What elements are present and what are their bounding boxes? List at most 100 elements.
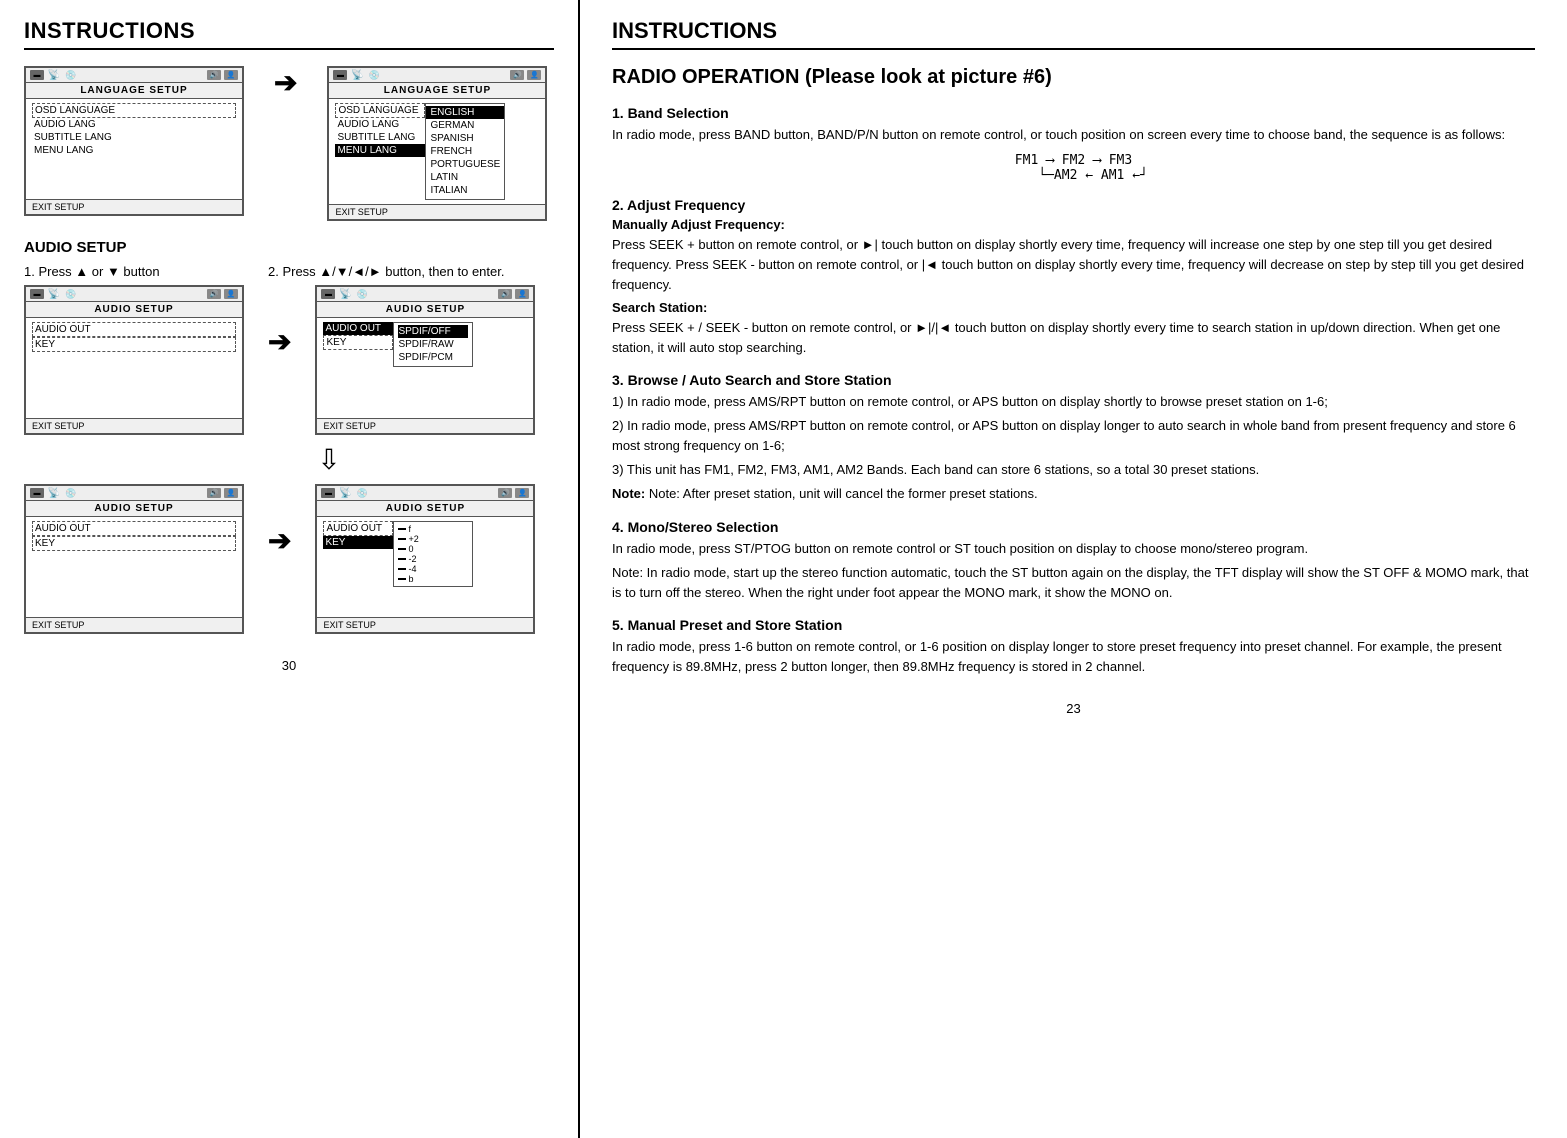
- page-number-left: 30: [24, 658, 554, 673]
- disc-icon5: 💿: [64, 488, 78, 498]
- browse-auto-p2: 2) In radio mode, press AMS/RPT button o…: [612, 416, 1535, 456]
- band-diagram: FM1 ⟶ FM2 ⟶ FM3 └─AM2 ← AM1 ←┘: [612, 153, 1535, 183]
- key-bar6: [398, 578, 406, 580]
- audio-content1: AUDIO OUT KEY: [26, 318, 242, 418]
- screen-content-language-after: OSD LANGUAGE AUDIO LANG SUBTITLE LANG ME…: [329, 99, 545, 204]
- antenna-icon4: 📡: [338, 289, 352, 299]
- audio-screen-step1: ▬ 📡 💿 🔊 👤 AUDIO SETUP AUDIO OUT KEY EXIT…: [24, 285, 244, 435]
- audio-header-icons-r1: 🔊 👤: [207, 289, 238, 299]
- tv-icon2: ▬: [333, 70, 347, 80]
- band-selection-heading: 1. Band Selection: [612, 105, 1535, 121]
- header-icons-left2: ▬ 📡 💿: [333, 70, 381, 80]
- menu-audio-lang: AUDIO LANG: [32, 118, 236, 131]
- tv-icon: ▬: [30, 70, 44, 80]
- key-bar5: [398, 568, 406, 570]
- arrow-right-audio2: ➔: [268, 524, 291, 557]
- key-val-0: 0: [408, 544, 413, 554]
- audio-step2-screen-wrapper: ▬ 📡 💿 🔊 👤 AUDIO SETUP AUDIO OUT KEY: [315, 285, 535, 435]
- audio-setup-label: AUDIO SETUP: [24, 239, 554, 256]
- audio-header-key: ▬ 📡 💿 🔊 👤: [317, 486, 533, 501]
- user-icon: 👤: [224, 70, 238, 80]
- audio-header-icons-l1b: ▬ 📡 💿: [30, 488, 78, 498]
- audio-header1b: ▬ 📡 💿 🔊 👤: [26, 486, 242, 501]
- search-station-heading: Search Station:: [612, 300, 1535, 315]
- screen-title-language2: LANGUAGE SETUP: [329, 83, 545, 99]
- step1-label: 1. Press ▲ or ▼ button: [24, 264, 244, 279]
- antenna-icon6: 📡: [338, 488, 352, 498]
- disc-icon: 💿: [64, 70, 78, 80]
- key-val-b: b: [408, 574, 413, 584]
- screen-footer-exit2: EXIT SETUP: [329, 204, 545, 219]
- note-bold-browse: Note:: [612, 486, 645, 501]
- vol-icon2: 🔊: [510, 70, 524, 80]
- key-item: KEY: [32, 337, 236, 352]
- audio-footer2: EXIT SETUP: [317, 418, 533, 433]
- submenu-italian: ITALIAN: [426, 184, 504, 197]
- audio-header-icons-rk: 🔊 👤: [498, 488, 529, 498]
- user-icon2: 👤: [527, 70, 541, 80]
- submenu-spanish: SPANISH: [426, 132, 504, 145]
- menu-menu-lang-selected: MENU LANG: [335, 144, 425, 157]
- right-section-title: INSTRUCTIONS: [612, 18, 1535, 50]
- submenu-english: ENGLISH: [426, 106, 504, 119]
- browse-auto-p1: 1) In radio mode, press AMS/RPT button o…: [612, 392, 1535, 412]
- section-mono-stereo: 4. Mono/Stereo Selection In radio mode, …: [612, 519, 1535, 603]
- spdif-raw: SPDIF/RAW: [398, 338, 468, 351]
- language-submenu: ENGLISH GERMAN SPANISH FRENCH PORTUGUESE…: [425, 103, 505, 200]
- vol-icon3: 🔊: [207, 289, 221, 299]
- spdif-submenu: SPDIF/OFF SPDIF/RAW SPDIF/PCM: [393, 322, 473, 367]
- language-setup-section: ▬ 📡 💿 🔊 👤 LANGUAGE SETUP OSD LANGUAGE AU…: [24, 66, 554, 221]
- audio-key-screen-wrapper: ▬ 📡 💿 🔊 👤 AUDIO SETUP AUDIO OUT KEY: [315, 484, 535, 634]
- key-bar1: [398, 528, 406, 530]
- menu-menu-lang: MENU LANG: [32, 144, 236, 157]
- key-item1b: KEY: [32, 536, 236, 551]
- key-row-0: 0: [398, 544, 468, 554]
- tv-icon3: ▬: [30, 289, 44, 299]
- browse-auto-p3: 3) This unit has FM1, FM2, FM3, AM1, AM2…: [612, 460, 1535, 480]
- submenu-portuguese: PORTUGUESE: [426, 158, 504, 171]
- spdif-pcm: SPDIF/PCM: [398, 351, 468, 364]
- adjust-frequency-heading: 2. Adjust Frequency: [612, 197, 1535, 213]
- key-bar3: [398, 548, 406, 550]
- antenna-icon2: 📡: [350, 70, 364, 80]
- key-row-p2: +2: [398, 534, 468, 544]
- antenna-icon: 📡: [47, 70, 61, 80]
- disc-icon2: 💿: [367, 70, 381, 80]
- audio-header-icons-l2: ▬ 📡 💿: [321, 289, 369, 299]
- manual-preset-heading: 5. Manual Preset and Store Station: [612, 617, 1535, 633]
- tv-icon6: ▬: [321, 488, 335, 498]
- arrow-down: ⇩: [104, 443, 554, 476]
- screen-content-language-before: OSD LANGUAGE AUDIO LANG SUBTITLE LANG ME…: [26, 99, 242, 199]
- audio-content-key: AUDIO OUT KEY f +2: [317, 517, 533, 617]
- screen-header-before: ▬ 📡 💿 🔊 👤: [26, 68, 242, 83]
- audio-out-item: AUDIO OUT: [32, 322, 236, 337]
- audio-header-icons-r2: 🔊 👤: [498, 289, 529, 299]
- manually-adjust-heading: Manually Adjust Frequency:: [612, 217, 1535, 232]
- audio-screen-key: ▬ 📡 💿 🔊 👤 AUDIO SETUP AUDIO OUT KEY: [315, 484, 535, 634]
- mono-stereo-p1: In radio mode, press ST/PTOG button on r…: [612, 539, 1535, 559]
- browse-auto-heading: 3. Browse / Auto Search and Store Statio…: [612, 372, 1535, 388]
- user-icon6: 👤: [515, 488, 529, 498]
- left-panel: INSTRUCTIONS ▬ 📡 💿 🔊 👤 LANGUAGE SETUP: [0, 0, 580, 1138]
- header-icons-right2: 🔊 👤: [510, 70, 541, 80]
- disc-icon6: 💿: [355, 488, 369, 498]
- screen-title-language: LANGUAGE SETUP: [26, 83, 242, 99]
- submenu-french: FRENCH: [426, 145, 504, 158]
- menu-audio-lang2: AUDIO LANG: [335, 118, 425, 131]
- audio-header-icons-r1b: 🔊 👤: [207, 488, 238, 498]
- language-before-diagram: ▬ 📡 💿 🔊 👤 LANGUAGE SETUP OSD LANGUAGE AU…: [24, 66, 244, 221]
- audio-title1: AUDIO SETUP: [26, 302, 242, 318]
- key-row-m4: -4: [398, 564, 468, 574]
- antenna-icon3: 📡: [47, 289, 61, 299]
- audio-diagrams-bottom-row: ▬ 📡 💿 🔊 👤 AUDIO SETUP AUDIO OUT KEY EXIT…: [24, 484, 554, 634]
- key-row-f: f: [398, 524, 468, 534]
- audio-screen-step1b: ▬ 📡 💿 🔊 👤 AUDIO SETUP AUDIO OUT KEY EXIT…: [24, 484, 244, 634]
- header-icons-right: 🔊 👤: [207, 70, 238, 80]
- vol-icon5: 🔊: [207, 488, 221, 498]
- user-icon3: 👤: [224, 289, 238, 299]
- audio-out-itemk: AUDIO OUT: [323, 521, 393, 536]
- user-icon5: 👤: [224, 488, 238, 498]
- vol-icon: 🔊: [207, 70, 221, 80]
- step2-label: 2. Press ▲/▼/◄/► button, then to enter.: [268, 264, 554, 279]
- section-manual-preset: 5. Manual Preset and Store Station In ra…: [612, 617, 1535, 677]
